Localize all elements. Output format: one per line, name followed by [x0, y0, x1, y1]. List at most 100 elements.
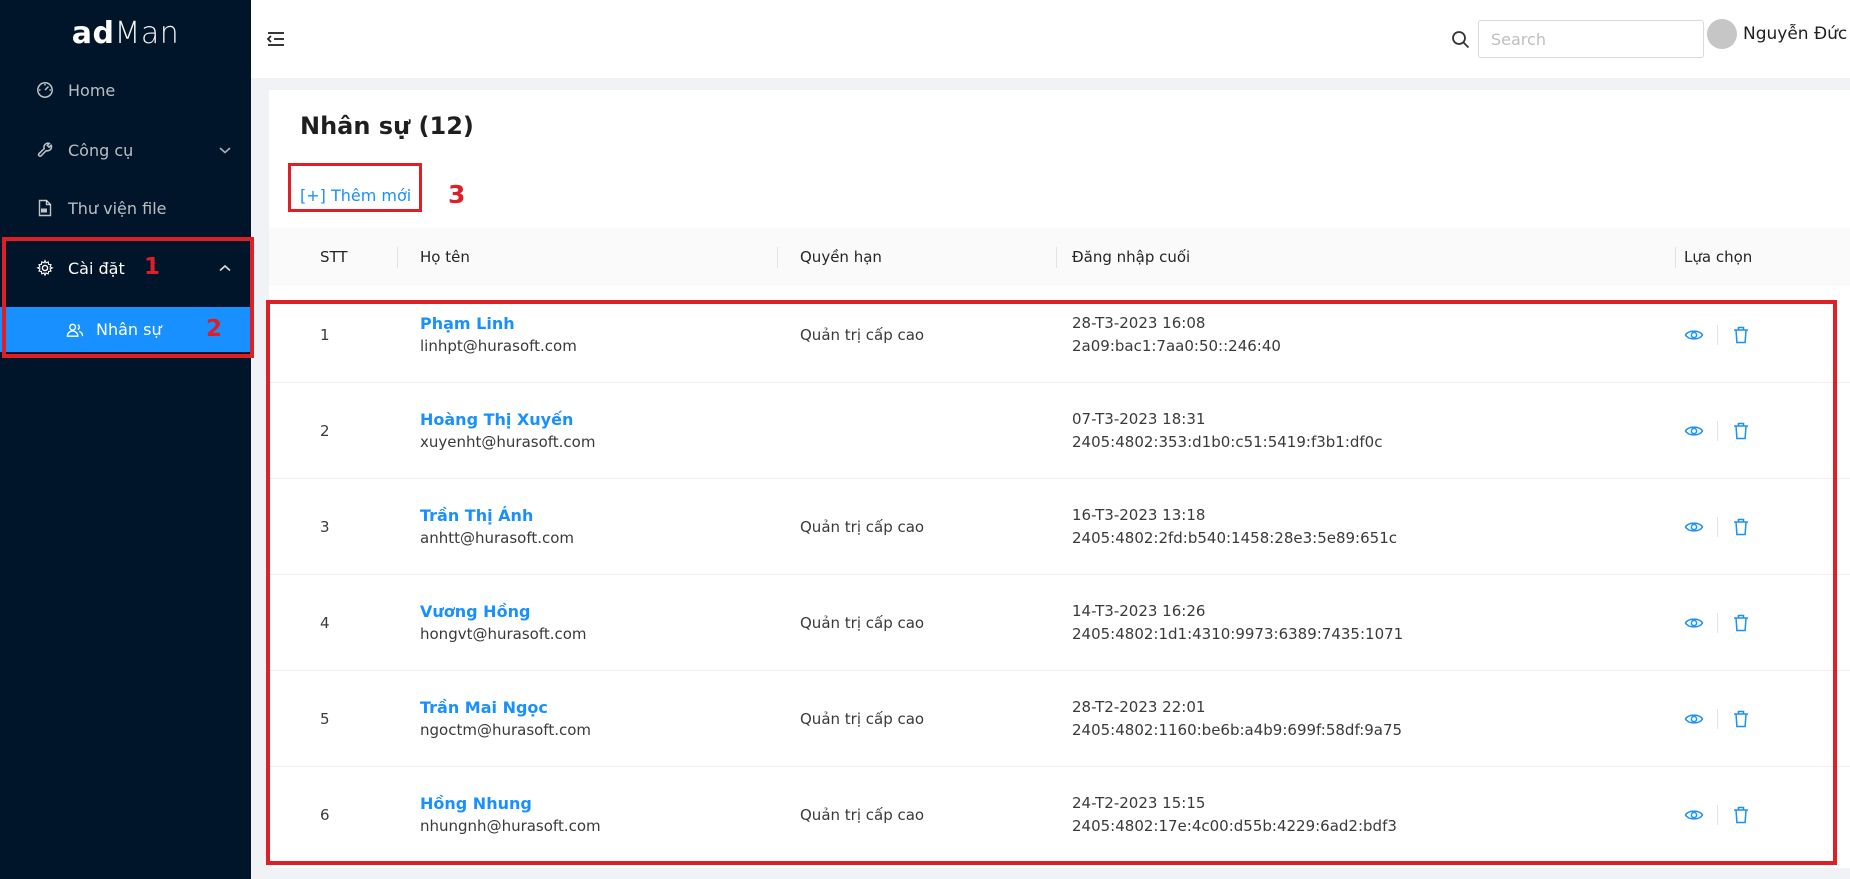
- action-divider: [1717, 325, 1718, 345]
- page-title: Nhân sự (12): [300, 112, 474, 140]
- sidebar-item-cai-dat[interactable]: Cài đặt: [0, 246, 251, 290]
- header-divider: [777, 247, 778, 268]
- action-divider: [1717, 517, 1718, 537]
- user-name-link[interactable]: Trần Mai Ngọc: [420, 696, 548, 719]
- eye-icon: [1684, 711, 1704, 727]
- name-cell: Trần Mai Ngọcngoctm@hurasoft.com: [420, 671, 591, 767]
- actions-cell: [1684, 479, 1751, 575]
- avatar[interactable]: [1707, 19, 1737, 49]
- sidebar-item-label: Thư viện file: [68, 199, 167, 218]
- delete-button[interactable]: [1731, 421, 1751, 441]
- last-login-date: 28-T2-2023 22:01: [1072, 696, 1205, 719]
- last-login-ip: 2405:4802:1160:be6b:a4b9:699f:58df:9a75: [1072, 719, 1402, 742]
- sidebar-item-label: Cài đặt: [68, 259, 125, 278]
- logo-bold-part: ad: [72, 16, 115, 51]
- user-email: hongvt@hurasoft.com: [420, 623, 587, 646]
- table-header: STT Họ tên Quyền hạn Đăng nhập cuối Lựa …: [269, 228, 1850, 286]
- delete-button[interactable]: [1731, 613, 1751, 633]
- user-name-link[interactable]: Phạm Linh: [420, 312, 515, 335]
- eye-icon: [1684, 615, 1704, 631]
- add-new-button[interactable]: [+] Thêm mới: [300, 186, 411, 205]
- chevron-down-icon: [219, 146, 231, 154]
- team-icon: [66, 321, 84, 339]
- last-login-ip: 2405:4802:17e:4c00:d55b:4229:6ad2:bdf3: [1072, 815, 1397, 838]
- row-index: 2: [320, 383, 330, 479]
- actions-cell: [1684, 383, 1751, 479]
- last-login-ip: 2405:4802:2fd:b540:1458:28e3:5e89:651c: [1072, 527, 1397, 550]
- user-name-link[interactable]: Trần Thị Ánh: [420, 504, 533, 527]
- last-login-date: 07-T3-2023 18:31: [1072, 408, 1205, 431]
- action-divider: [1717, 613, 1718, 633]
- user-email: ngoctm@hurasoft.com: [420, 719, 591, 742]
- user-name-link[interactable]: Vương Hồng: [420, 600, 530, 623]
- name-cell: Vương Hồnghongvt@hurasoft.com: [420, 575, 587, 671]
- name-cell: Hoàng Thị Xuyếnxuyenht@hurasoft.com: [420, 383, 595, 479]
- eye-icon: [1684, 327, 1704, 343]
- sidebar-item-label: Nhân sự: [96, 320, 162, 339]
- view-button[interactable]: [1684, 325, 1704, 345]
- table-row: 4Vương Hồnghongvt@hurasoft.comQuản trị c…: [269, 575, 1850, 671]
- last-login-date: 16-T3-2023 13:18: [1072, 504, 1205, 527]
- content-card: Nhân sự (12) [+] Thêm mới STT Họ tên Quy…: [269, 90, 1850, 868]
- menu-fold-icon[interactable]: [265, 28, 287, 50]
- delete-button[interactable]: [1731, 517, 1751, 537]
- column-header-stt: STT: [320, 228, 348, 286]
- app-window: adMan Home Công cụ: [0, 0, 1850, 879]
- view-button[interactable]: [1684, 709, 1704, 729]
- user-name-link[interactable]: Hồng Nhung: [420, 792, 532, 815]
- view-button[interactable]: [1684, 421, 1704, 441]
- last-login-ip: 2a09:bac1:7aa0:50::246:40: [1072, 335, 1281, 358]
- trash-icon: [1733, 710, 1749, 728]
- user-email: linhpt@hurasoft.com: [420, 335, 577, 358]
- actions-cell: [1684, 287, 1751, 383]
- file-icon: [36, 199, 54, 217]
- actions-cell: [1684, 767, 1751, 863]
- column-header-lua-chon: Lựa chọn: [1684, 228, 1752, 286]
- topbar: Nguyễn Đức Qu: [251, 0, 1850, 78]
- search-input[interactable]: [1478, 20, 1704, 58]
- view-button[interactable]: [1684, 517, 1704, 537]
- gear-icon: [36, 259, 54, 277]
- action-divider: [1717, 805, 1718, 825]
- role-cell: Quản trị cấp cao: [800, 671, 924, 767]
- last-login-cell: 07-T3-2023 18:312405:4802:353:d1b0:c51:5…: [1072, 383, 1382, 479]
- delete-button[interactable]: [1731, 325, 1751, 345]
- sidebar-item-thu-vien-file[interactable]: Thư viện file: [0, 186, 251, 230]
- role-cell: Quản trị cấp cao: [800, 287, 924, 383]
- app-logo: adMan: [0, 16, 251, 51]
- trash-icon: [1733, 326, 1749, 344]
- last-login-cell: 28-T2-2023 22:012405:4802:1160:be6b:a4b9…: [1072, 671, 1402, 767]
- sidebar-item-nhan-su[interactable]: Nhân sự: [0, 307, 251, 352]
- row-index: 1: [320, 287, 330, 383]
- sidebar: adMan Home Công cụ: [0, 0, 251, 879]
- sidebar-item-home[interactable]: Home: [0, 68, 251, 112]
- table-row: 5 Trần Mai Ngọcngoctm@hurasoft.com Quản tr…: [269, 671, 1850, 767]
- table-row: 3Trần Thị Ánhanhtt@hurasoft.comQuản trị …: [269, 479, 1850, 575]
- column-header-ho-ten: Họ tên: [420, 228, 470, 286]
- trash-icon: [1733, 806, 1749, 824]
- delete-button[interactable]: [1731, 805, 1751, 825]
- eye-icon: [1684, 519, 1704, 535]
- last-login-cell: 16-T3-2023 13:182405:4802:2fd:b540:1458:…: [1072, 479, 1397, 575]
- user-name[interactable]: Nguyễn Đức Qu: [1743, 24, 1850, 44]
- header-divider: [397, 247, 398, 268]
- sidebar-item-cong-cu[interactable]: Công cụ: [0, 128, 251, 172]
- last-login-date: 14-T3-2023 16:26: [1072, 600, 1205, 623]
- search-icon[interactable]: [1451, 30, 1470, 49]
- user-name-link[interactable]: Hoàng Thị Xuyến: [420, 408, 573, 431]
- row-index: 3: [320, 479, 330, 575]
- actions-cell: [1684, 575, 1751, 671]
- logo-light-part: Man: [114, 16, 179, 51]
- view-button[interactable]: [1684, 613, 1704, 633]
- trash-icon: [1733, 518, 1749, 536]
- row-index: 5: [320, 671, 330, 767]
- action-divider: [1717, 709, 1718, 729]
- delete-button[interactable]: [1731, 709, 1751, 729]
- last-login-ip: 2405:4802:353:d1b0:c51:5419:f3b1:df0c: [1072, 431, 1382, 454]
- header-divider: [1056, 247, 1057, 268]
- table-row: 2 Hoàng Thị Xuyếnxuyenht@hurasoft.com 07-T…: [269, 383, 1850, 479]
- last-login-date: 24-T2-2023 15:15: [1072, 792, 1205, 815]
- last-login-cell: 28-T3-2023 16:082a09:bac1:7aa0:50::246:4…: [1072, 287, 1281, 383]
- user-email: nhungnh@hurasoft.com: [420, 815, 601, 838]
- view-button[interactable]: [1684, 805, 1704, 825]
